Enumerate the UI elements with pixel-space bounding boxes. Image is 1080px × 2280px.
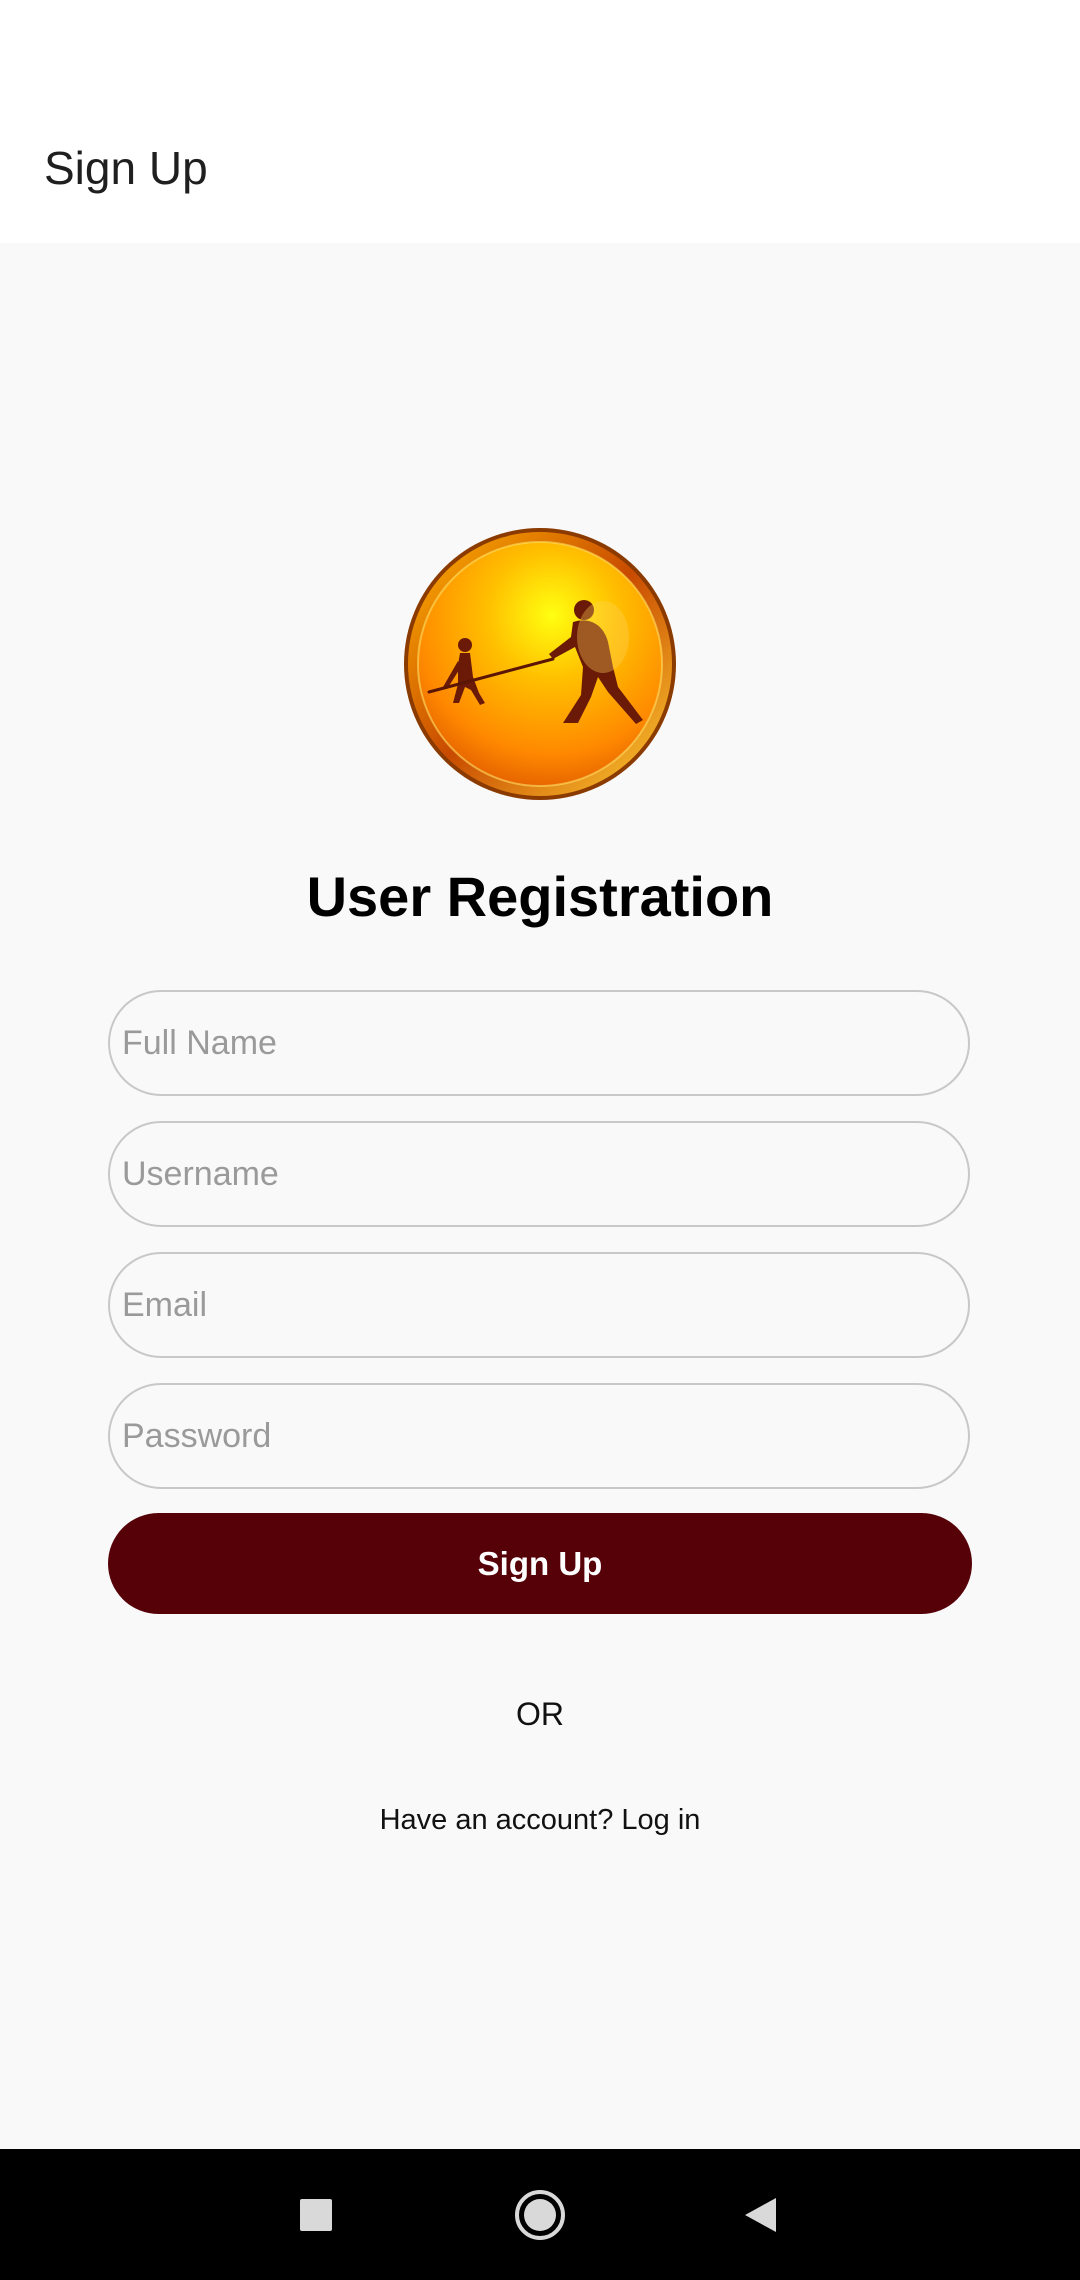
triangle-back-icon[interactable] — [690, 2149, 830, 2280]
registration-heading: User Registration — [306, 865, 774, 928]
square-recents-icon[interactable] — [246, 2149, 386, 2280]
email-field[interactable] — [108, 1252, 970, 1358]
password-field[interactable] — [108, 1383, 970, 1489]
or-separator: OR — [516, 1696, 564, 1732]
page-title: Sign Up — [44, 142, 208, 194]
username-field[interactable] — [108, 1121, 970, 1227]
sign-up-button[interactable]: Sign Up — [108, 1513, 972, 1614]
system-navigation-bar — [0, 2149, 1080, 2280]
full-name-field[interactable] — [108, 990, 970, 1096]
gold-coin-emblem-icon — [404, 528, 676, 800]
app-bar: Sign Up — [0, 0, 1080, 243]
circle-home-icon[interactable] — [470, 2149, 610, 2280]
login-link[interactable]: Have an account? Log in — [0, 1802, 1080, 1838]
